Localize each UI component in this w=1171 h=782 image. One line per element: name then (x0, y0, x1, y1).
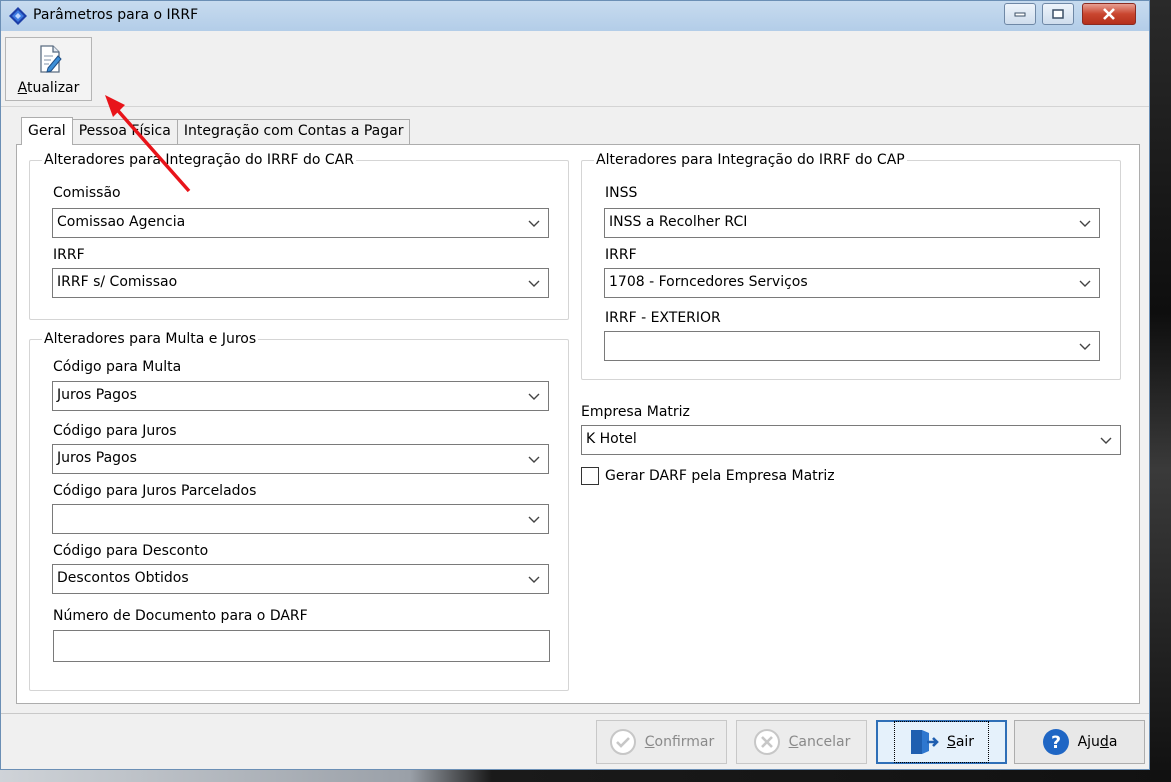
multa-juros-legend: Alteradores para Multa e Juros (44, 331, 257, 347)
chevron-down-icon (528, 220, 540, 227)
tab-integracao-contas-pagar[interactable]: Integração com Contas a Pagar (176, 119, 411, 145)
ajuda-button[interactable]: ? Ajuda (1014, 720, 1145, 764)
codigo-juros-value: Juros Pagos (57, 450, 137, 466)
cancelar-mnemonic: C (788, 734, 799, 750)
sair-label: Sair (947, 734, 974, 750)
toolbar: Atualizar (1, 31, 1149, 107)
codigo-multa-value: Juros Pagos (57, 387, 137, 403)
irrf-exterior-label: IRRF - EXTERIOR (605, 310, 721, 326)
irrf-parameters-window: Parâmetros para o IRRF Atualizar Geral P… (0, 0, 1150, 770)
chevron-down-icon (1100, 437, 1112, 444)
comissao-label: Comissão (53, 185, 121, 201)
empresa-matriz-combo[interactable]: K Hotel (581, 425, 1121, 455)
codigo-desconto-value: Descontos Obtidos (57, 570, 189, 586)
tab-pessoa-fisica[interactable]: Pessoa Física (71, 119, 178, 145)
codigo-desconto-label: Código para Desconto (53, 543, 209, 559)
ajuda-label-post: a (1108, 734, 1118, 750)
title-bar: Parâmetros para o IRRF (1, 1, 1149, 31)
sair-mnemonic: S (946, 734, 956, 750)
inss-combo[interactable]: INSS a Recolher RCI (604, 208, 1100, 238)
close-icon (1103, 8, 1115, 20)
help-circle-icon: ? (1042, 729, 1069, 755)
car-group-legend: Alteradores para Integração do IRRF do C… (44, 152, 355, 168)
chevron-down-icon (528, 456, 540, 463)
car-irrf-value: IRRF s/ Comissao (57, 274, 178, 290)
comissao-combo[interactable]: Comissao Agencia (52, 208, 549, 238)
ajuda-label-pre: Aju (1077, 734, 1100, 750)
atualizar-label: Atualizar (6, 80, 91, 96)
tab-strip: Geral Pessoa Física Integração com Conta… (21, 117, 411, 145)
car-irrf-combo[interactable]: IRRF s/ Comissao (52, 268, 549, 298)
edit-document-icon (40, 45, 62, 73)
chevron-down-icon (528, 576, 540, 583)
chevron-down-icon (528, 516, 540, 523)
sair-label-rest: air (955, 734, 975, 750)
atualizar-label-rest: tualizar (26, 80, 80, 96)
maximize-button[interactable] (1042, 3, 1074, 25)
footer-separator (1, 713, 1149, 714)
numero-documento-darf-label: Número de Documento para o DARF (53, 608, 308, 624)
codigo-juros-parcelados-combo[interactable] (52, 504, 549, 534)
cancelar-button[interactable]: Cancelar (736, 720, 867, 764)
irrf-exterior-combo[interactable] (604, 331, 1100, 361)
car-irrf-label: IRRF (53, 247, 85, 263)
sair-button[interactable]: Sair (876, 720, 1007, 764)
sair-focus-box: Sair (893, 721, 990, 763)
tab-panel-geral: Alteradores para Integração do IRRF do C… (16, 144, 1140, 704)
confirmar-label-rest: onfirmar (654, 734, 715, 750)
minimize-button[interactable] (1004, 3, 1036, 25)
atualizar-mnemonic: A (17, 80, 27, 96)
cancel-circle-icon (753, 729, 780, 755)
empresa-matriz-value: K Hotel (586, 431, 637, 447)
inss-label: INSS (605, 185, 638, 201)
codigo-multa-label: Código para Multa (53, 359, 182, 375)
ajuda-mnemonic: d (1099, 734, 1109, 750)
confirmar-label: Confirmar (645, 734, 715, 750)
confirmar-button[interactable]: Confirmar (596, 720, 727, 764)
empresa-matriz-label: Empresa Matriz (581, 404, 690, 420)
cap-irrf-label: IRRF (605, 247, 637, 263)
maximize-icon (1052, 9, 1064, 19)
chevron-down-icon (528, 393, 540, 400)
inss-value: INSS a Recolher RCI (609, 214, 748, 230)
ajuda-label: Ajuda (1078, 734, 1118, 750)
gerar-darf-checkbox-row[interactable]: Gerar DARF pela Empresa Matriz (581, 467, 835, 485)
exit-door-icon (910, 730, 939, 754)
cancelar-label: Cancelar (789, 734, 851, 750)
atualizar-button[interactable]: Atualizar (5, 37, 92, 101)
codigo-multa-combo[interactable]: Juros Pagos (52, 381, 549, 411)
app-diamond-icon (9, 7, 27, 25)
numero-documento-darf-input[interactable] (53, 630, 550, 662)
cap-group-legend: Alteradores para Integração do IRRF do C… (596, 152, 905, 168)
tab-geral[interactable]: Geral (21, 117, 73, 145)
gerar-darf-checkbox[interactable] (581, 467, 599, 485)
chevron-down-icon (528, 280, 540, 287)
codigo-desconto-combo[interactable]: Descontos Obtidos (52, 564, 549, 594)
chevron-down-icon (1079, 220, 1091, 227)
window-title: Parâmetros para o IRRF (33, 7, 199, 23)
codigo-juros-combo[interactable]: Juros Pagos (52, 444, 549, 474)
desktop-background-right (1150, 0, 1171, 782)
cancelar-label-rest: ancelar (798, 734, 851, 750)
confirmar-mnemonic: C (644, 734, 655, 750)
desktop-background-bottom (0, 770, 1171, 782)
svg-text:?: ? (1051, 733, 1061, 753)
chevron-down-icon (1079, 280, 1091, 287)
codigo-juros-label: Código para Juros (53, 423, 177, 439)
minimize-icon (1014, 12, 1026, 17)
comissao-value: Comissao Agencia (57, 214, 186, 230)
cap-irrf-value: 1708 - Forncedores Serviços (609, 274, 808, 290)
gerar-darf-label: Gerar DARF pela Empresa Matriz (605, 468, 835, 484)
cap-irrf-combo[interactable]: 1708 - Forncedores Serviços (604, 268, 1100, 298)
close-button[interactable] (1082, 3, 1136, 25)
chevron-down-icon (1079, 343, 1091, 350)
codigo-juros-parcelados-label: Código para Juros Parcelados (53, 483, 257, 499)
check-circle-icon (609, 729, 636, 755)
